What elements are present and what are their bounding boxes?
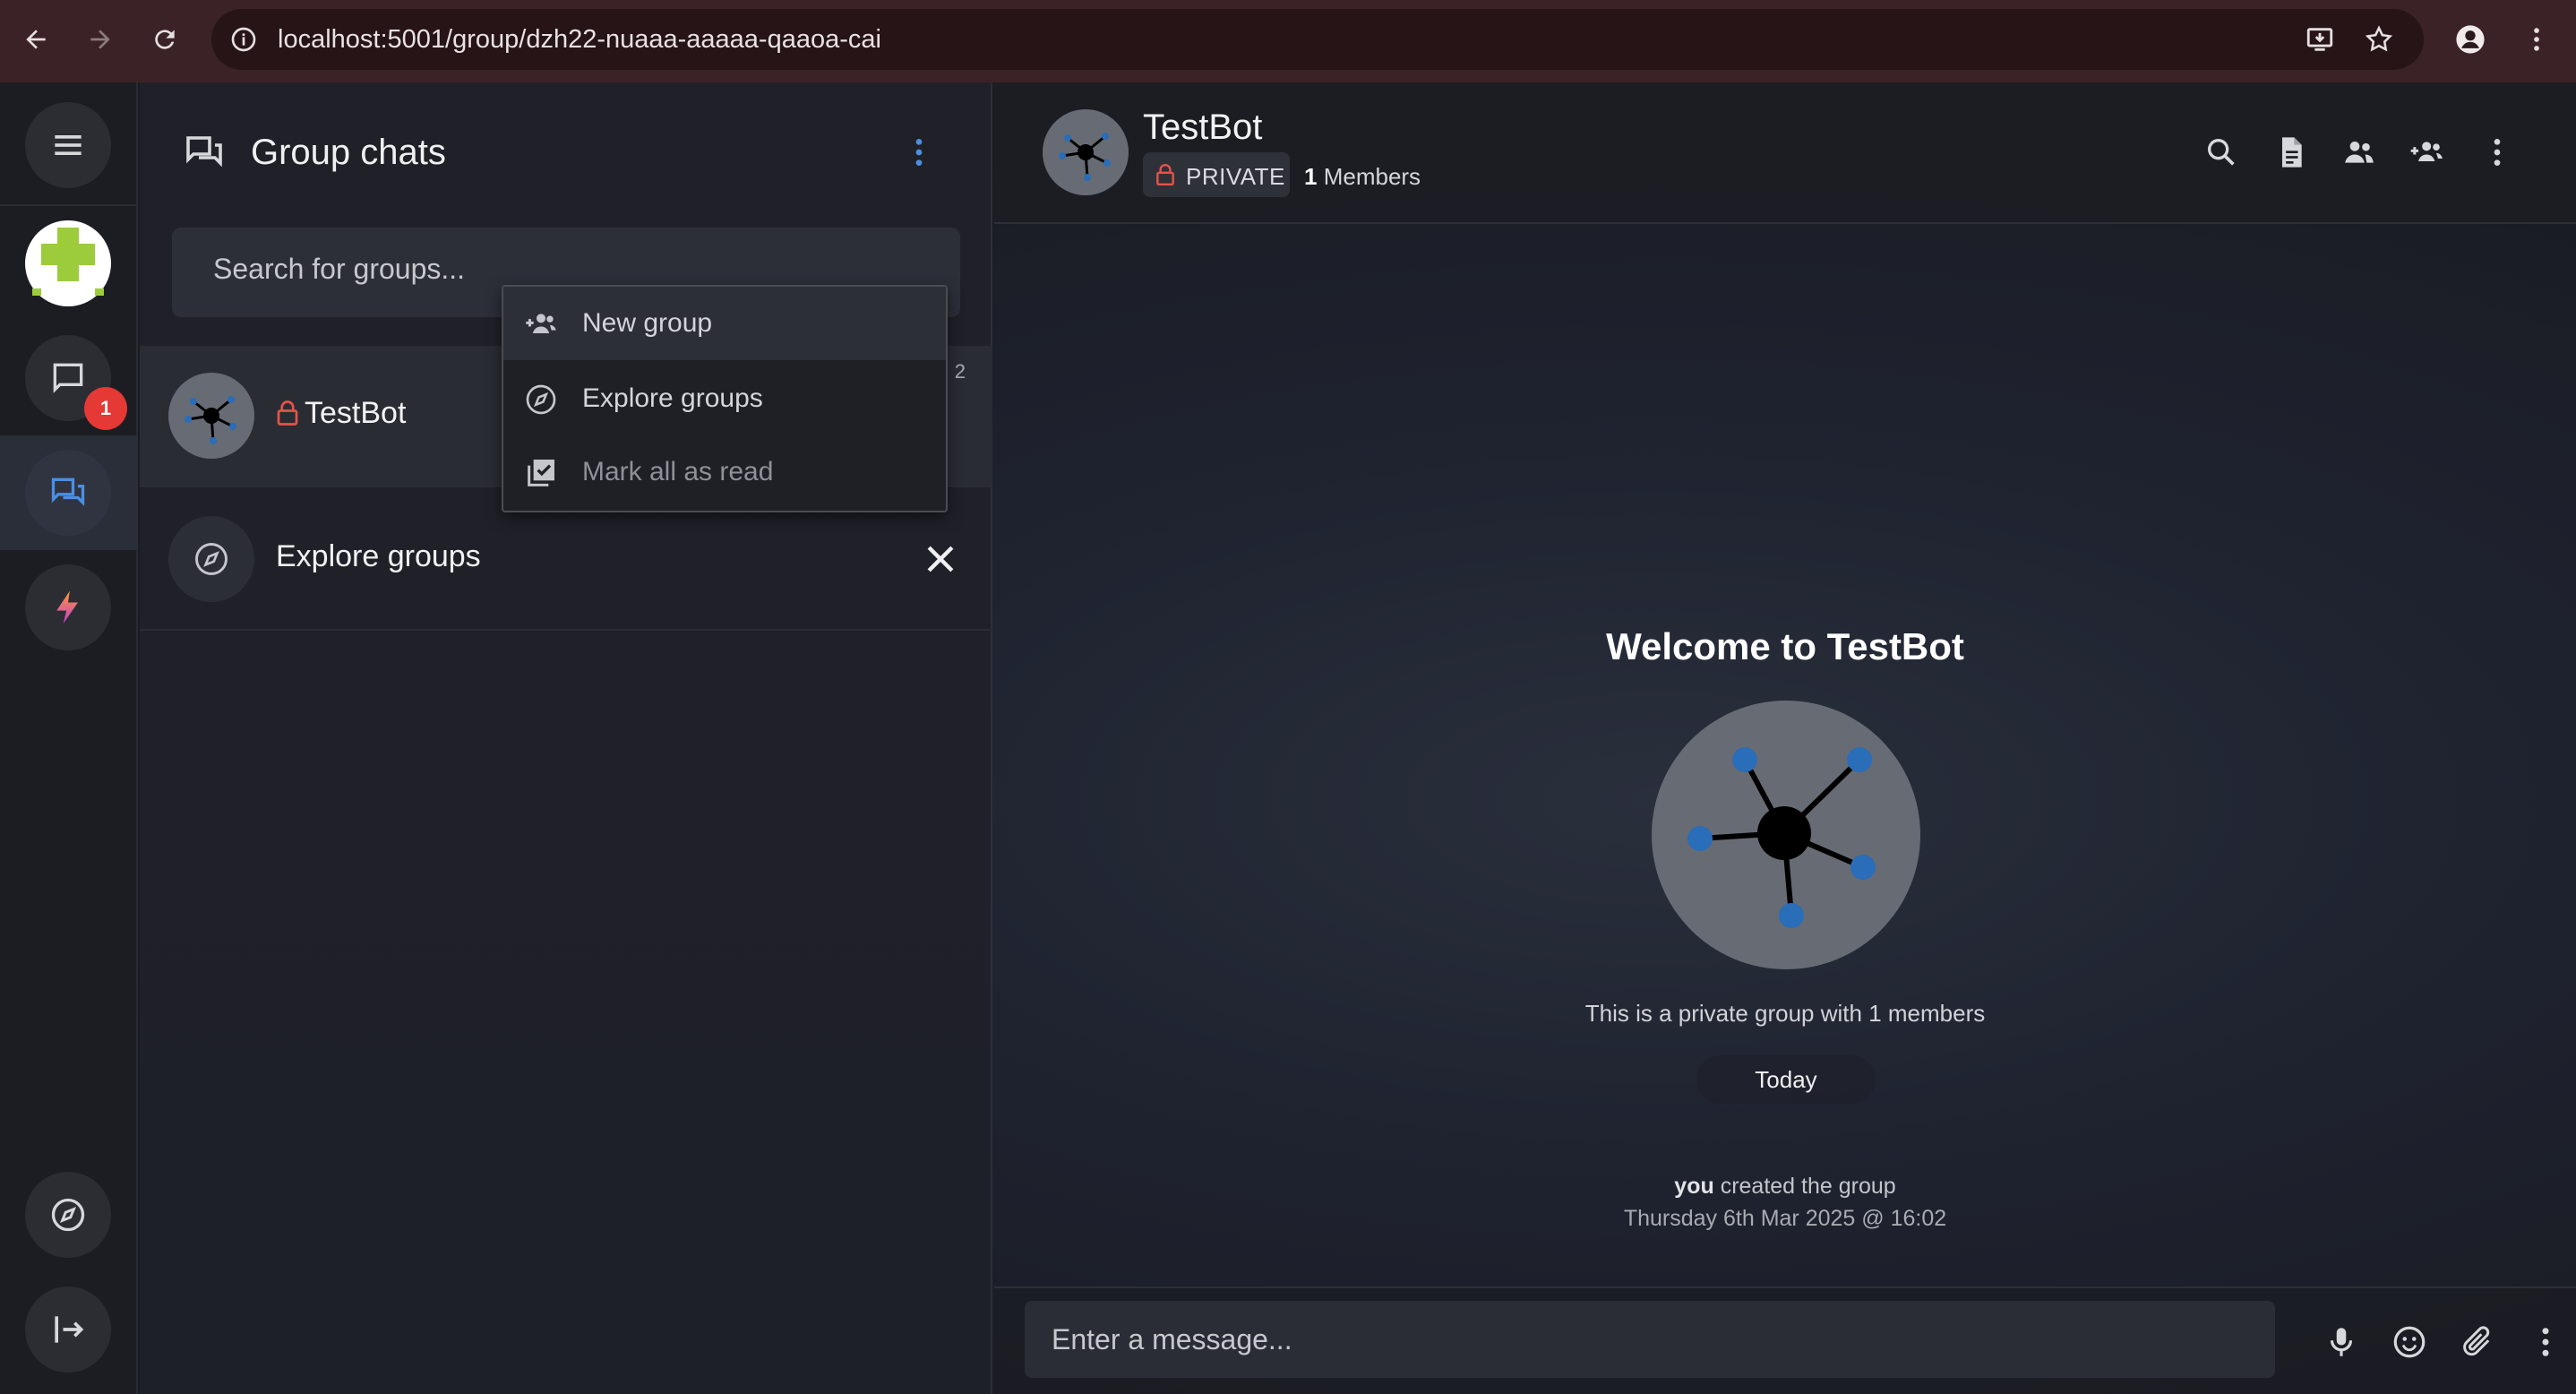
chat-avatar[interactable] (1043, 109, 1129, 195)
lock-icon (277, 400, 298, 426)
message-input[interactable] (1025, 1301, 2275, 1378)
page-title: Group chats (251, 133, 446, 172)
microphone-icon (2330, 1328, 2353, 1356)
search-button[interactable] (2200, 131, 2243, 174)
explore-groups-label: Explore groups (276, 539, 481, 573)
close-icon[interactable] (921, 539, 960, 579)
member-count-number: 1 (1304, 163, 1318, 190)
chat-title: TestBot (1143, 108, 1263, 147)
network-avatar-icon (1059, 133, 1111, 181)
private-group-note: This is a private group with 1 members (1584, 1000, 1986, 1027)
composer-options-button[interactable] (2524, 1321, 2567, 1364)
community-button[interactable] (25, 564, 111, 650)
rail-divider (0, 204, 138, 206)
chat-header: TestBot PRIVATE 1 Members (994, 82, 2576, 224)
kebab-icon (915, 139, 923, 166)
bookmark-star-icon[interactable] (2361, 22, 2397, 57)
menu-item-mark-all-read[interactable]: Mark all as read (503, 435, 946, 509)
back-button[interactable] (16, 20, 56, 59)
event-text: created the group (1720, 1174, 1896, 1199)
emoji-button[interactable] (2388, 1321, 2431, 1364)
add-people-icon (2410, 142, 2443, 161)
groups-menu-button[interactable] (899, 133, 939, 172)
privacy-label: PRIVATE (1186, 163, 1285, 190)
emoji-icon (2393, 1326, 2426, 1358)
address-bar[interactable]: localhost:5001/group/dzh22-nuaaa-aaaaa-q… (211, 9, 2424, 70)
mark-read-icon (521, 453, 561, 493)
chat-options-button[interactable] (2476, 131, 2519, 174)
group-name: TestBot (305, 396, 407, 430)
hamburger-menu-button[interactable] (25, 102, 111, 188)
group-chats-button[interactable] (25, 450, 111, 536)
menu-item-new-group[interactable]: New group (503, 287, 946, 360)
group-chat-icon (51, 478, 85, 506)
forward-button[interactable] (81, 20, 120, 59)
chat-panel: TestBot PRIVATE 1 Members Welcome to Tes… (994, 82, 2576, 1394)
url-text: localhost:5001/group/dzh22-nuaaa-aaaaa-q… (278, 25, 881, 54)
plus-avatar-icon (32, 228, 104, 296)
browser-toolbar: localhost:5001/group/dzh22-nuaaa-aaaaa-q… (0, 0, 2576, 82)
menu-item-explore-groups[interactable]: Explore groups (503, 362, 946, 435)
menu-item-label: Explore groups (582, 383, 763, 413)
members-button[interactable] (2338, 131, 2381, 174)
chat-bubble-icon (53, 363, 83, 393)
kebab-icon (2494, 139, 2501, 166)
arrow-left-icon (26, 30, 46, 49)
message-composer (994, 1286, 2576, 1394)
paperclip-icon (2463, 1326, 2490, 1356)
explore-button[interactable] (25, 1172, 111, 1258)
add-members-button[interactable] (2406, 131, 2449, 174)
privacy-badge: PRIVATE (1143, 152, 1290, 197)
files-button[interactable] (2270, 131, 2313, 174)
group-created-event: you created the group (994, 1174, 2576, 1200)
compass-icon (195, 543, 228, 575)
network-avatar-icon (1687, 747, 1876, 928)
search-icon (2208, 139, 2235, 166)
date-divider: Today (1696, 1055, 1876, 1104)
members-count[interactable]: 1 Members (1304, 163, 1421, 191)
event-actor: you (1674, 1174, 1714, 1199)
app-root: 1 Group chats Search for groups... TestB… (0, 82, 2576, 1394)
logout-icon (55, 1316, 84, 1343)
explore-avatar (168, 516, 254, 602)
user-avatar[interactable] (25, 220, 111, 306)
profile-icon[interactable] (2452, 22, 2488, 57)
groups-panel: Group chats Search for groups... TestBot… (140, 82, 992, 1394)
arrow-right-icon (90, 30, 110, 49)
add-group-icon (521, 305, 561, 344)
left-rail: 1 (0, 82, 138, 1394)
group-avatar (168, 373, 254, 459)
lock-icon (1156, 164, 1174, 186)
menu-item-label: New group (582, 308, 713, 338)
site-info-icon[interactable] (226, 22, 262, 57)
group-chat-icon (186, 136, 222, 168)
document-icon (2282, 137, 2302, 168)
logout-button[interactable] (25, 1286, 111, 1372)
browser-menu-icon[interactable] (2519, 22, 2555, 57)
hamburger-icon (55, 135, 82, 155)
install-app-icon[interactable] (2302, 22, 2338, 57)
reload-button[interactable] (145, 20, 185, 59)
network-avatar-icon (185, 396, 236, 444)
attach-button[interactable] (2456, 1321, 2499, 1364)
voice-record-button[interactable] (2320, 1321, 2363, 1364)
group-large-avatar (1652, 701, 1920, 969)
members-label: Members (1323, 163, 1421, 190)
compass-icon (51, 1198, 85, 1232)
group-timestamp: 2 (954, 360, 966, 383)
welcome-heading: Welcome to TestBot (1606, 625, 1964, 667)
compass-icon (521, 380, 561, 419)
lightning-icon (56, 590, 78, 624)
menu-item-label: Mark all as read (582, 457, 774, 486)
people-icon (2345, 142, 2374, 163)
groups-panel-header: Group chats (140, 82, 992, 226)
kebab-icon (2542, 1328, 2549, 1356)
event-timestamp: Thursday 6th Mar 2025 @ 16:02 (1623, 1206, 1947, 1231)
search-input[interactable] (213, 253, 840, 286)
groups-dropdown-menu: New group Explore groups Mark all as rea… (502, 285, 948, 512)
reload-icon (155, 30, 175, 49)
unread-badge: 1 (84, 387, 127, 430)
